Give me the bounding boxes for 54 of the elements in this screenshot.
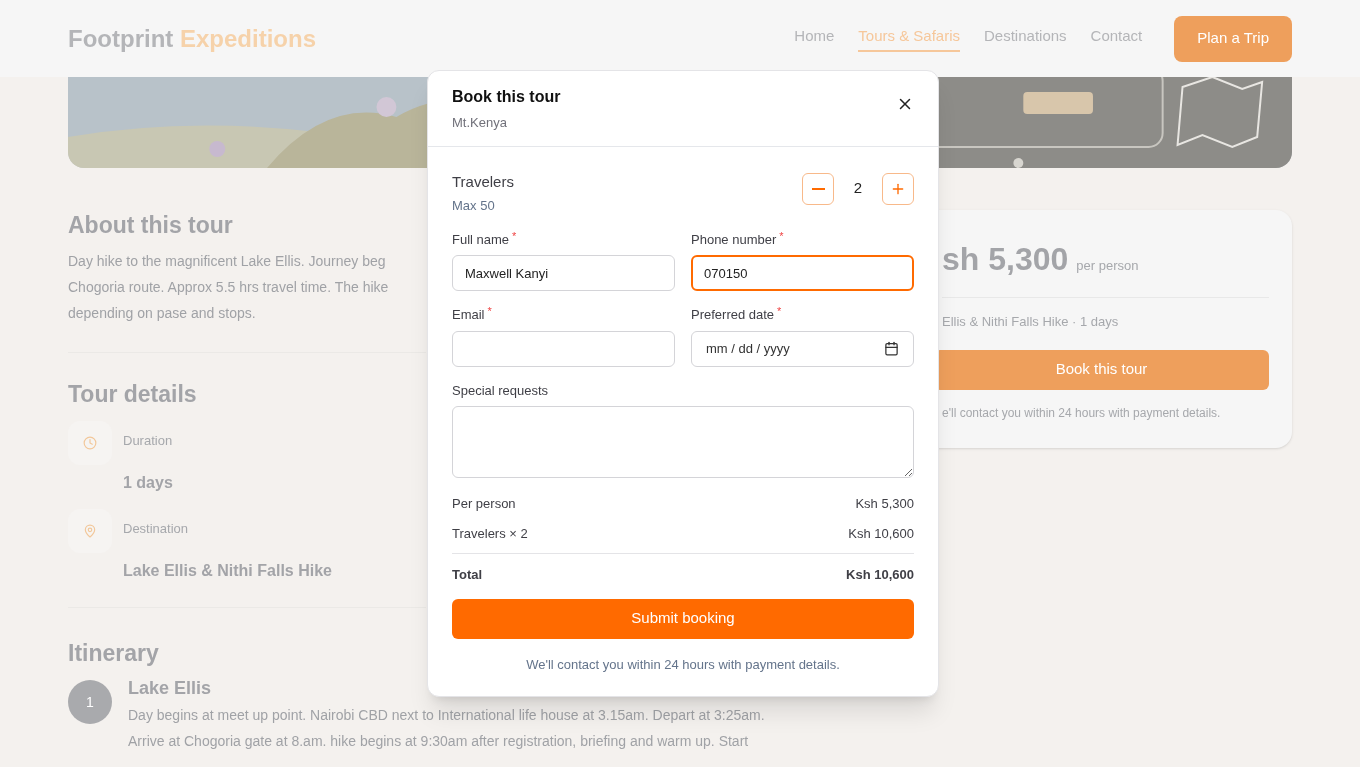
- field-label: Email: [452, 306, 485, 324]
- detail-label: Destination: [123, 521, 190, 537]
- nav-link[interactable]: Destinations: [984, 25, 1067, 52]
- increment-button[interactable]: [882, 172, 914, 205]
- required-mark: *: [779, 229, 784, 242]
- nav-link[interactable]: Contact: [1090, 25, 1143, 52]
- detail-value: Lake Ellis & Nithi Falls Hike: [123, 561, 332, 581]
- payment-note: We'll contact you within 24 hours with payment details.: [525, 655, 841, 674]
- field-label: Special requests: [452, 381, 549, 400]
- summary-label: Travelers × 2: [452, 524, 528, 543]
- traveler-count: 2: [852, 178, 864, 199]
- about-text: Day hike to the magnificent Lake Ellis. Journey beg Chogoria route. Approx 5.5 hrs travel time. The hike depending on pase and stops.: [68, 252, 389, 323]
- calendar-icon[interactable]: [884, 341, 899, 356]
- field-label: Full name: [452, 230, 510, 249]
- text-field[interactable]: [452, 330, 675, 367]
- section-heading: Tour details: [68, 380, 197, 409]
- field-label: Phone number: [691, 230, 777, 249]
- clock-icon: [83, 436, 97, 450]
- day-title: Lake Ellis: [128, 677, 212, 700]
- section-heading: About this tour: [68, 211, 233, 240]
- summary-value: Ksh 5,300: [855, 495, 914, 513]
- payment-note: e'll contact you within 24 hours with payment details.: [942, 404, 1222, 422]
- text-area[interactable]: [452, 406, 914, 478]
- day-number: 1: [68, 680, 112, 724]
- field-label: Preferred date: [691, 306, 775, 324]
- dialog-subtitle: Mt.Kenya: [452, 114, 508, 132]
- section-heading: Itinerary: [68, 639, 159, 668]
- required-mark: *: [487, 305, 492, 317]
- text-field[interactable]: 070150: [691, 255, 914, 291]
- total-value: Ksh 10,600: [846, 566, 914, 584]
- total-label: Total: [452, 566, 483, 584]
- text-field[interactable]: Maxwell Kanyi: [452, 255, 675, 291]
- price: sh 5,300: [942, 240, 1069, 279]
- minus-icon: [811, 187, 825, 190]
- dialog-title: Book this tour: [452, 87, 561, 107]
- plan-trip-button[interactable]: Plan a Trip: [1174, 15, 1292, 62]
- nav-link[interactable]: Home: [794, 25, 835, 52]
- travelers-label: Travelers: [452, 171, 514, 192]
- detail-label: Duration: [123, 433, 173, 449]
- tour-summary: Ellis & Nithi Falls Hike · 1 days: [942, 313, 1120, 331]
- price-unit: per person: [1076, 257, 1139, 275]
- detail-value: 1 days: [123, 473, 173, 493]
- map-pin-icon: [83, 524, 97, 538]
- day-description: Day begins at meet up point. Nairobi CBD next to International life house at 3.15am. Depart at 3:25am. Arrive at Chogoria gate at 8.am. hike begins at 9:30am after registration, briefing and warm up. Start: [128, 706, 765, 751]
- decrement-button[interactable]: [802, 172, 834, 205]
- required-mark: *: [512, 229, 517, 242]
- date-field[interactable]: mm / dd / yyyy: [691, 330, 914, 367]
- travelers-hint: Max 50: [452, 197, 496, 215]
- nav-link[interactable]: Tours & Safaris: [858, 25, 961, 52]
- summary-label: Per person: [452, 495, 516, 513]
- site-logo[interactable]: Footprint Expeditions: [68, 20, 316, 57]
- summary-value: Ksh 10,600: [848, 524, 914, 543]
- submit-booking-button[interactable]: Submit booking: [452, 598, 914, 639]
- required-mark: *: [777, 305, 782, 317]
